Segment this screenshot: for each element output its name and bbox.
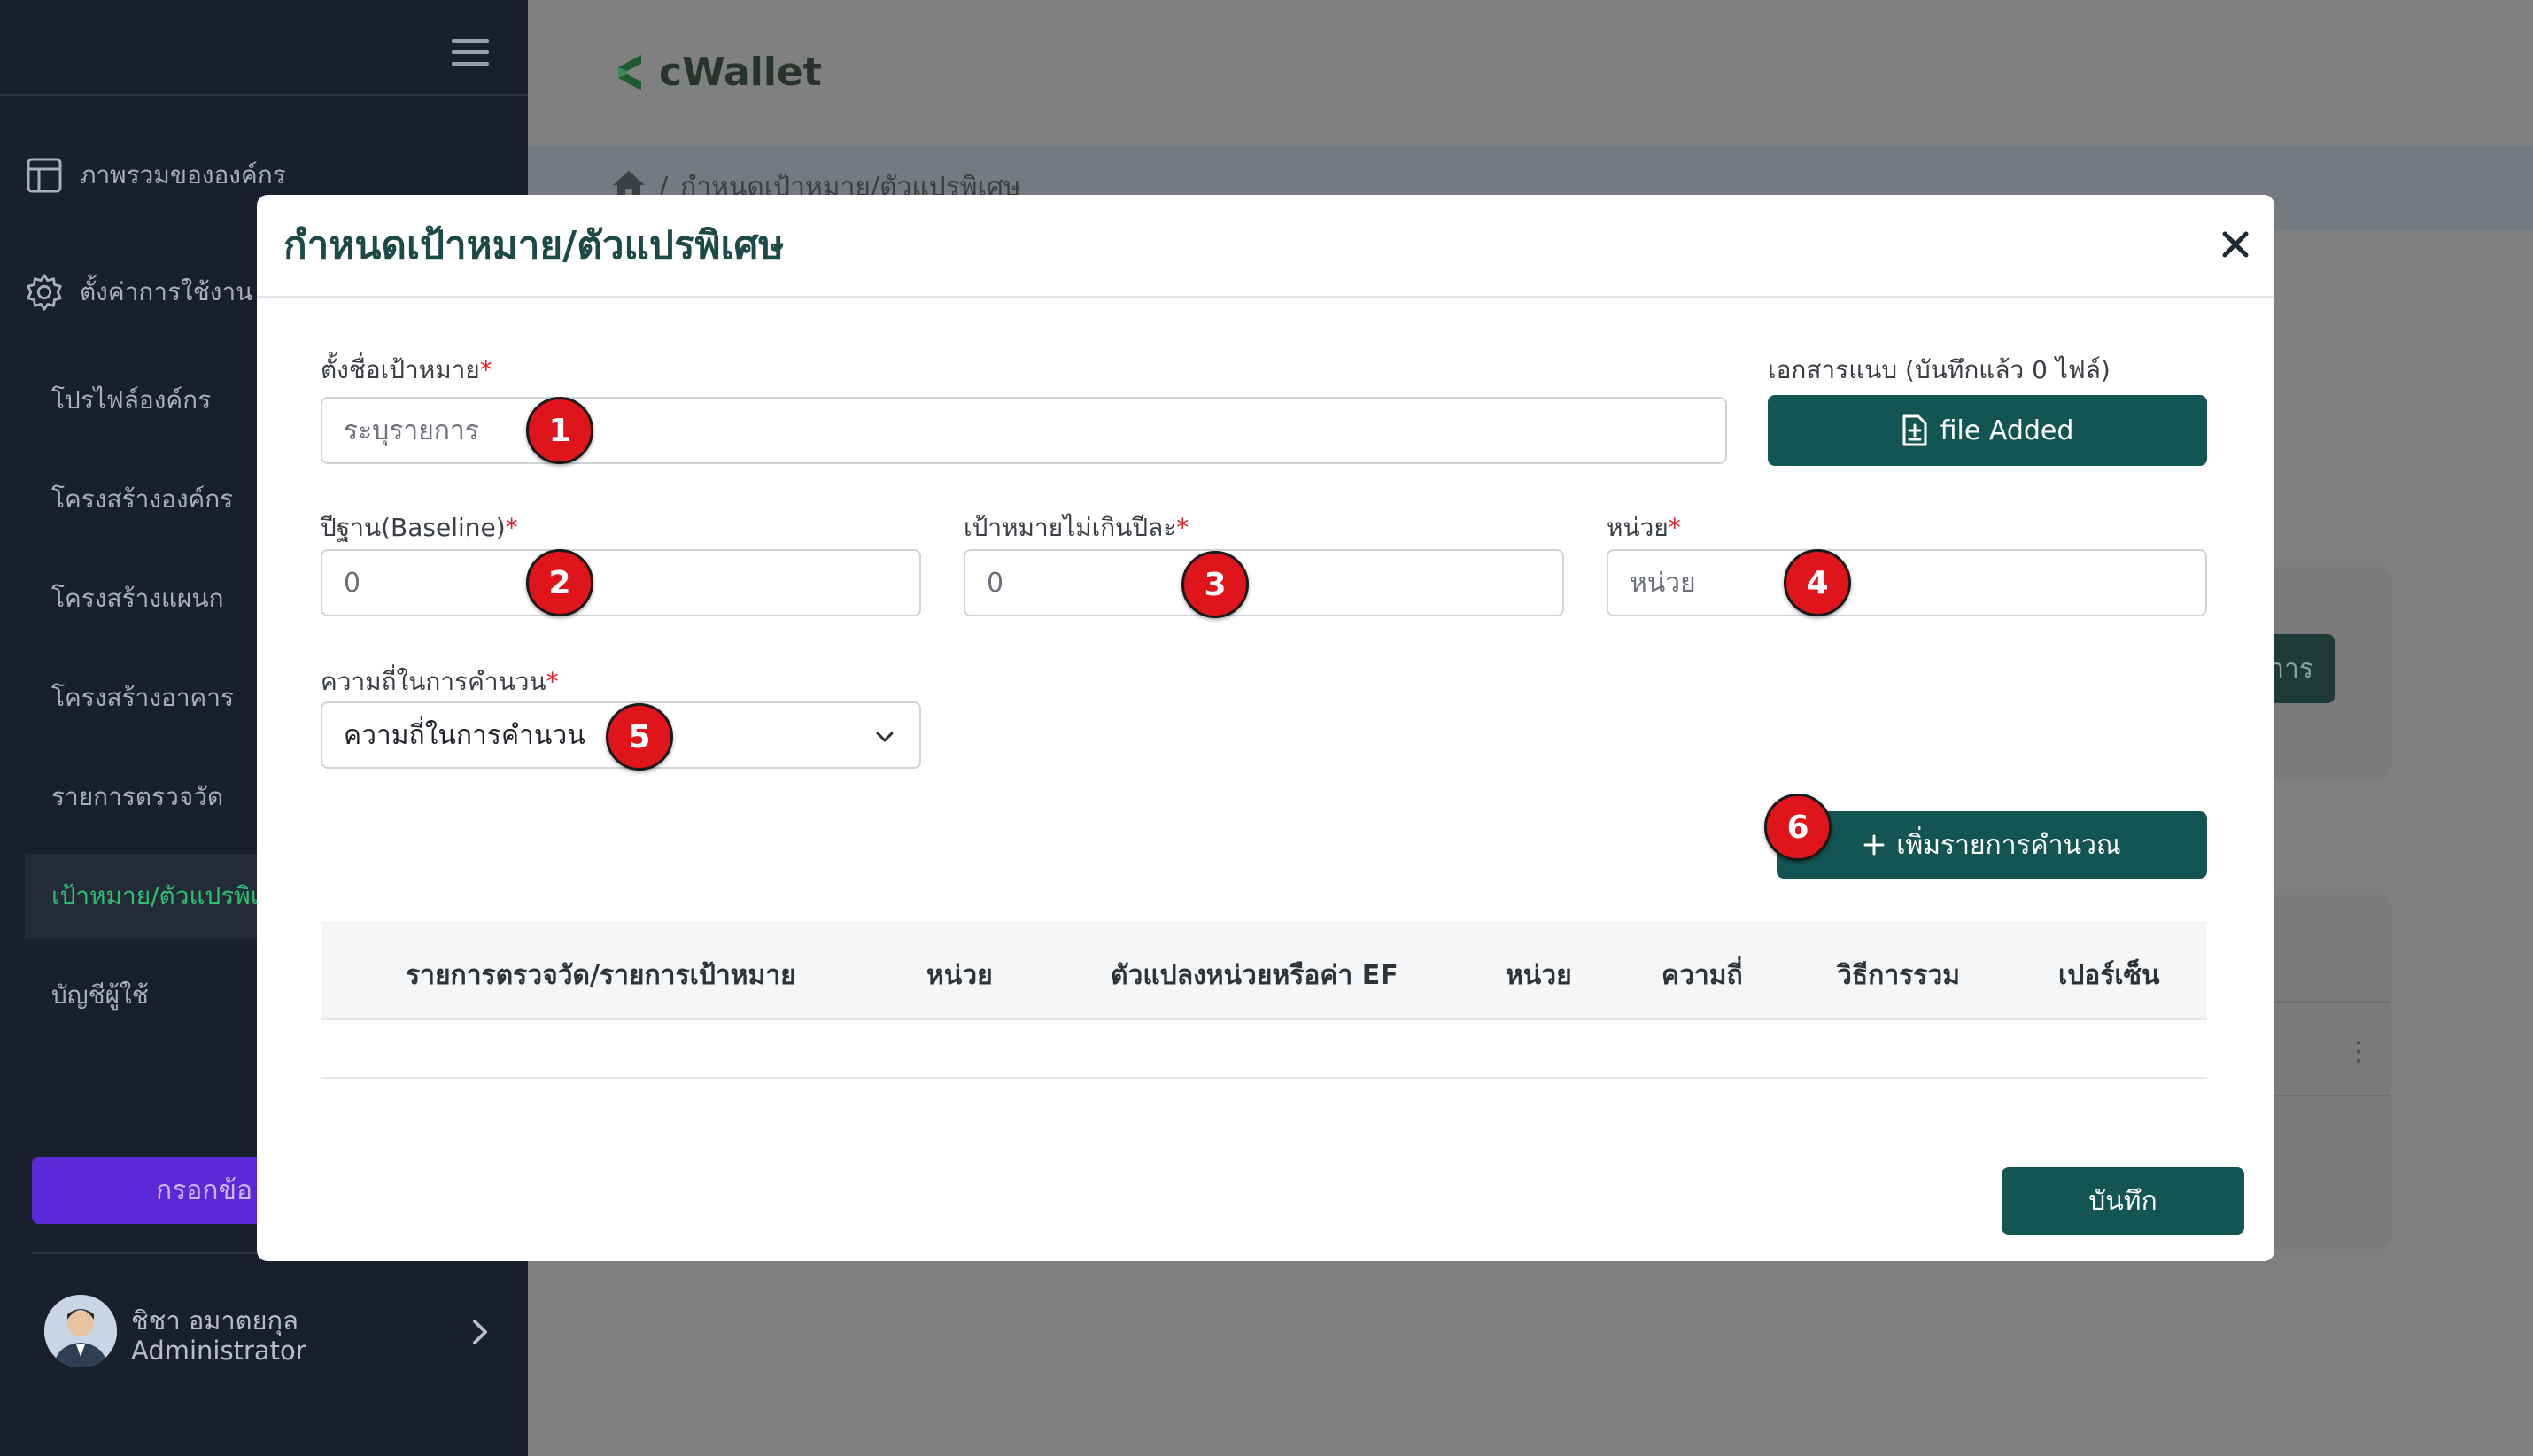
target-modal: กำหนดเป้าหมาย/ตัวแปรพิเศษ ตั้งชื่อเป้าหม…	[257, 195, 2274, 1261]
column-header[interactable]: รายการตรวจวัด/รายการเป้าหมาย	[406, 955, 796, 996]
chevron-down-icon	[873, 724, 896, 747]
sidebar-item-label: บัญชีผู้ใช้	[51, 980, 149, 1010]
column-header[interactable]: หน่วย	[1506, 955, 1572, 996]
layout-icon	[25, 156, 64, 195]
logo-icon	[618, 54, 641, 90]
calculation-table-header: รายการตรวจวัด/รายการเป้าหมาย หน่วย ตัวแป…	[321, 921, 2207, 1020]
save-label: บันทึก	[2088, 1185, 2157, 1217]
sidebar-item-label: รายการตรวจวัด	[51, 782, 224, 811]
modal-title: กำหนดเป้าหมาย/ตัวแปรพิเศษ	[283, 223, 785, 268]
frequency-label: ความถี่ในการคำนวน*	[321, 667, 559, 696]
attachments-label: เอกสารแนบ (บันทึกแล้ว 0 ไฟล์)	[1768, 355, 2111, 384]
baseline-input[interactable]: 0	[321, 549, 921, 616]
sidebar-item-label: ตั้งค่าการใช้งาน	[80, 277, 253, 306]
target-name-label: ตั้งชื่อเป้าหมาย*	[321, 355, 492, 384]
target-name-placeholder: ระบุรายการ	[344, 414, 479, 446]
user-role: Administrator	[131, 1336, 306, 1366]
chevron-right-icon[interactable]	[469, 1314, 492, 1350]
fill-data-label: กรอกข้อ	[156, 1174, 252, 1206]
close-icon[interactable]	[2218, 227, 2253, 262]
sidebar-item-overview[interactable]: ภาพรวมขององค์กร	[25, 151, 286, 200]
background-button-label: าาร	[2269, 653, 2313, 685]
sidebar-item-label: เป้าหมาย/ตัวแปรพิเศษ	[51, 881, 291, 910]
annotation-badge-3: 3	[1181, 551, 1249, 618]
logo-text: cWallet	[659, 50, 822, 95]
avatar[interactable]	[44, 1295, 117, 1367]
sidebar-topbar	[0, 0, 528, 96]
column-header[interactable]: ตัวแปลงหน่วยหรือค่า EF	[1111, 955, 1398, 996]
table-divider	[321, 1077, 2207, 1079]
annotation-badge-5: 5	[606, 703, 673, 771]
add-calculation-button[interactable]: เพิ่มรายการคำนวณ	[1777, 811, 2207, 879]
frequency-selected: ความถี่ในการคำนวน	[344, 719, 585, 751]
main-header	[528, 0, 2533, 145]
menu-icon[interactable]	[452, 39, 489, 66]
sidebar-item-label: โปรไฟล์องค์กร	[51, 385, 212, 414]
gear-icon	[25, 273, 64, 312]
column-header[interactable]: วิธีการรวม	[1837, 955, 1960, 996]
column-header[interactable]: หน่วย	[926, 955, 993, 996]
plus-icon	[1863, 833, 1886, 856]
file-add-icon	[1902, 414, 1928, 447]
modal-header: กำหนดเป้าหมาย/ตัวแปรพิเศษ	[257, 195, 2274, 298]
sidebar-item-label: ภาพรวมขององค์กร	[80, 160, 286, 190]
file-added-label: file Added	[1940, 414, 2074, 446]
app-logo[interactable]: cWallet	[611, 50, 822, 95]
sidebar-item-settings[interactable]: ตั้งค่าการใช้งาน	[25, 267, 252, 317]
save-button[interactable]: บันทึก	[2002, 1167, 2244, 1235]
baseline-label: ปีฐาน(Baseline)*	[321, 513, 518, 542]
baseline-value: 0	[344, 567, 361, 599]
unit-placeholder: หน่วย	[1630, 567, 1696, 599]
target-limit-label: เป้าหมายไม่เกินปีละ*	[964, 513, 1189, 542]
column-header[interactable]: ความถี่	[1662, 955, 1743, 996]
annotation-badge-4: 4	[1784, 549, 1851, 616]
target-limit-input[interactable]: 0	[964, 549, 1564, 616]
column-header[interactable]: เปอร์เซ็น	[2058, 955, 2160, 996]
sidebar-item-label: โครงสร้างแผนก	[51, 584, 224, 613]
more-vertical-icon: ⋮	[2345, 1036, 2372, 1067]
unit-input[interactable]: หน่วย	[1607, 549, 2207, 616]
sidebar-item-label: โครงสร้างอาคาร	[51, 683, 235, 712]
sidebar-item-label: โครงสร้างองค์กร	[51, 484, 234, 514]
annotation-badge-6: 6	[1764, 794, 1832, 861]
add-calculation-label: เพิ่มรายการคำนวณ	[1896, 829, 2121, 861]
file-added-button[interactable]: file Added	[1768, 395, 2207, 466]
target-limit-value: 0	[987, 567, 1004, 599]
unit-label: หน่วย*	[1607, 513, 1681, 542]
annotation-badge-1: 1	[526, 397, 593, 464]
annotation-badge-2: 2	[526, 549, 593, 616]
